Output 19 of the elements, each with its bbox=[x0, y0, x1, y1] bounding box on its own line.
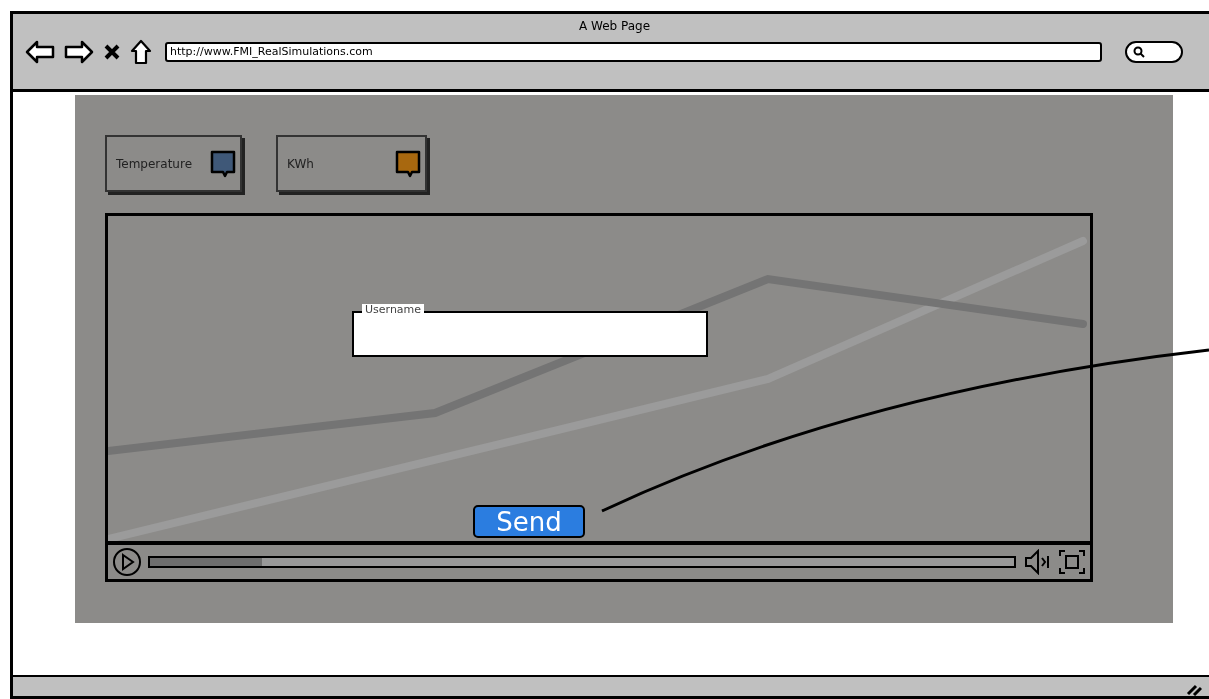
home-icon[interactable] bbox=[130, 39, 152, 65]
speaker-icon[interactable] bbox=[1024, 549, 1052, 575]
close-icon[interactable] bbox=[103, 43, 121, 61]
widget-card[interactable]: Temperature bbox=[105, 135, 242, 192]
search-field[interactable] bbox=[1125, 41, 1183, 63]
progress-track[interactable] bbox=[148, 556, 1016, 568]
send-button[interactable]: Send bbox=[473, 505, 585, 538]
field-label: Username bbox=[362, 304, 425, 316]
resize-grip-icon[interactable] bbox=[1186, 682, 1202, 696]
widget-label: Temperature bbox=[116, 156, 192, 171]
widget-card[interactable]: KWh bbox=[276, 135, 427, 192]
address-field[interactable]: http://www.FMI_RealSimulations.com bbox=[165, 42, 1102, 62]
play-icon[interactable] bbox=[112, 547, 142, 577]
window-title: A Web Page bbox=[578, 19, 651, 33]
fullscreen-icon[interactable] bbox=[1058, 549, 1086, 575]
forward-icon[interactable] bbox=[64, 40, 94, 64]
back-icon[interactable] bbox=[25, 40, 55, 64]
widget-label: KWh bbox=[287, 156, 314, 171]
search-icon bbox=[1133, 46, 1145, 58]
